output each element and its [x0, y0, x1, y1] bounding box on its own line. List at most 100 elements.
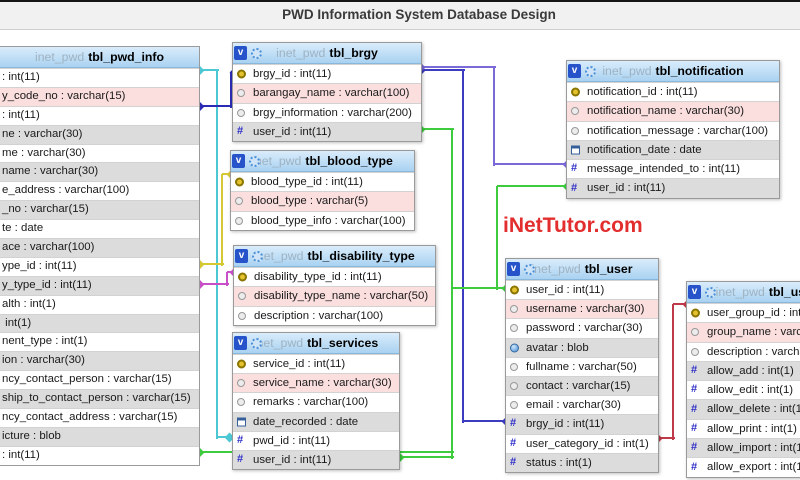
- column-row: user_id : int(11): [506, 280, 658, 300]
- column-definition: ncy_contact_person : varchar(15): [2, 373, 172, 386]
- table-header[interactable]: v inet_pwd tbl_notification: [567, 61, 779, 82]
- column-row: # user_category_id : int(1): [506, 433, 658, 453]
- column-row: date_recorded : date: [233, 411, 399, 431]
- relation-line: [221, 174, 223, 266]
- table-tbl_disability_type[interactable]: v inet_pwd tbl_disability_type disability_t…: [233, 245, 436, 326]
- table-tbl_notification[interactable]: v inet_pwd tbl_notification notification_id…: [566, 60, 780, 199]
- column-row: name : varchar(30): [0, 162, 199, 182]
- gear-icon[interactable]: [249, 156, 260, 167]
- column-row: description : varchar(100): [687, 341, 800, 361]
- toggle-columns-icon[interactable]: v: [568, 64, 581, 78]
- blob-icon: [510, 343, 519, 353]
- column-row: : int(11): [0, 105, 199, 125]
- primary-key-icon: [235, 177, 244, 187]
- relation-line: [672, 304, 674, 440]
- column-row: # allow_print : int(1): [687, 418, 800, 439]
- column-definition: allow_add : int(1): [707, 364, 794, 377]
- foreign-key-icon: #: [691, 421, 698, 434]
- column-definition: int(1): [2, 316, 32, 329]
- column-definition: barangay_name : varchar(100): [253, 87, 410, 100]
- table-header[interactable]: v inet_pwd tbl_user: [506, 259, 658, 280]
- table-header[interactable]: v inet_pwd tbl_disability_type: [234, 246, 435, 267]
- gear-icon[interactable]: [705, 287, 716, 298]
- column-icon: [238, 292, 246, 301]
- relation-line: [494, 163, 569, 165]
- date-icon: [571, 145, 580, 155]
- column-definition: description : varchar(100): [707, 345, 800, 358]
- column-row: ncy_contact_person : varchar(15): [0, 370, 199, 390]
- column-row: y_code_no : varchar(15): [0, 86, 199, 106]
- column-definition: nent_type : int(1): [2, 335, 88, 348]
- column-row: # allow_delete : int(1): [687, 399, 800, 419]
- column-row: brgy_information : varchar(200): [233, 102, 421, 122]
- relation-line: [399, 456, 454, 458]
- column-row: contact : varchar(15): [506, 375, 658, 396]
- column-row: nent_type : int(1): [0, 332, 199, 352]
- column-row: # user_id : int(11): [233, 449, 399, 470]
- toggle-columns-icon[interactable]: v: [507, 262, 520, 276]
- column-icon: [237, 398, 245, 407]
- column-definition: notification_id : int(11): [587, 86, 698, 98]
- table-header[interactable]: v inet_pwd tbl_blood_type: [231, 151, 414, 172]
- column-definition: disability_type_name : varchar(50): [254, 290, 429, 303]
- column-definition: fullname : varchar(50): [526, 360, 637, 373]
- toggle-columns-icon[interactable]: v: [235, 249, 248, 263]
- column-row: service_name : varchar(30): [233, 373, 399, 393]
- primary-key-icon: [510, 285, 519, 295]
- toggle-columns-icon[interactable]: v: [688, 285, 701, 299]
- column-icon: [571, 107, 579, 116]
- column-definition: user_id : int(11): [253, 453, 332, 466]
- table-header[interactable]: inet_pwd tbl_pwd_info: [0, 47, 199, 68]
- column-definition: notification_name : varchar(30): [587, 105, 745, 118]
- primary-key-icon: [571, 87, 580, 97]
- gear-icon[interactable]: [251, 48, 262, 59]
- column-row: avatar : blob: [506, 337, 658, 357]
- table-header[interactable]: v inet_pwd tbl_brgy: [233, 43, 421, 64]
- table-name: tbl_pwd_info: [88, 50, 165, 64]
- column-definition: user_group_id : int(11): [707, 307, 800, 319]
- foreign-key-icon: #: [571, 181, 578, 194]
- table-tbl_blood_type[interactable]: v inet_pwd tbl_blood_type blood_type_id : i…: [230, 150, 415, 231]
- schema-label: inet_pwd: [602, 64, 652, 78]
- column-definition: y_code_no : varchar(15): [2, 89, 126, 102]
- table-tbl_pwd_info[interactable]: inet_pwd tbl_pwd_info : int(11) y_code_no :…: [0, 46, 200, 466]
- column-row: alth : int(1): [0, 294, 199, 314]
- table-tbl_user[interactable]: v inet_pwd tbl_user user_id : int(11) userna…: [505, 258, 659, 473]
- column-row: # allow_add : int(1): [687, 360, 800, 381]
- column-definition: te : date: [2, 222, 44, 235]
- toggle-columns-icon[interactable]: v: [234, 336, 247, 350]
- designer-canvas[interactable]: iNetTutor.com inet_pwd tbl_pwd_info: int(…: [0, 0, 800, 480]
- column-row: email : varchar(30): [506, 395, 658, 415]
- column-definition: allow_import : int(1): [707, 442, 800, 455]
- gear-icon[interactable]: [524, 264, 535, 275]
- column-definition: description : varchar(100): [254, 309, 384, 322]
- table-tbl_services[interactable]: v inet_pwd tbl_services service_id : int(11…: [232, 332, 400, 471]
- column-row: # status : int(1): [506, 452, 658, 472]
- column-definition: user_id : int(11): [587, 182, 666, 195]
- gear-icon[interactable]: [251, 338, 262, 349]
- table-header[interactable]: v inet_pwdtbl_user_group: [687, 282, 800, 303]
- column-icon: [691, 328, 699, 337]
- foreign-key-icon: #: [691, 441, 698, 454]
- gear-icon[interactable]: [252, 251, 263, 262]
- column-definition: _no : varchar(15): [2, 203, 89, 216]
- foreign-key-icon: #: [571, 162, 578, 175]
- table-tbl_user_group[interactable]: v inet_pwdtbl_user_group user_group_id : i…: [686, 281, 800, 478]
- table-tbl_brgy[interactable]: v inet_pwd tbl_brgy brgy_id : int(11) barang…: [232, 42, 422, 143]
- column-row: ion : varchar(30): [0, 351, 199, 371]
- table-name: tbl_user: [584, 262, 633, 276]
- gear-icon[interactable]: [585, 66, 596, 77]
- column-row: int(1): [0, 313, 199, 333]
- column-row: blood_type_info : varchar(100): [231, 210, 414, 230]
- column-icon: [237, 108, 245, 117]
- column-definition: remarks : varchar(100): [253, 396, 369, 409]
- column-definition: contact : varchar(15): [526, 379, 631, 392]
- toggle-columns-icon[interactable]: v: [234, 46, 247, 60]
- column-definition: user_id : int(11): [526, 284, 605, 296]
- toggle-columns-icon[interactable]: v: [232, 154, 245, 168]
- relation-line: [462, 70, 464, 423]
- column-row: me : varchar(30): [0, 143, 199, 163]
- relation-line: [451, 288, 453, 459]
- column-row: # allow_edit : int(1): [687, 380, 800, 400]
- table-header[interactable]: v inet_pwd tbl_services: [233, 333, 399, 354]
